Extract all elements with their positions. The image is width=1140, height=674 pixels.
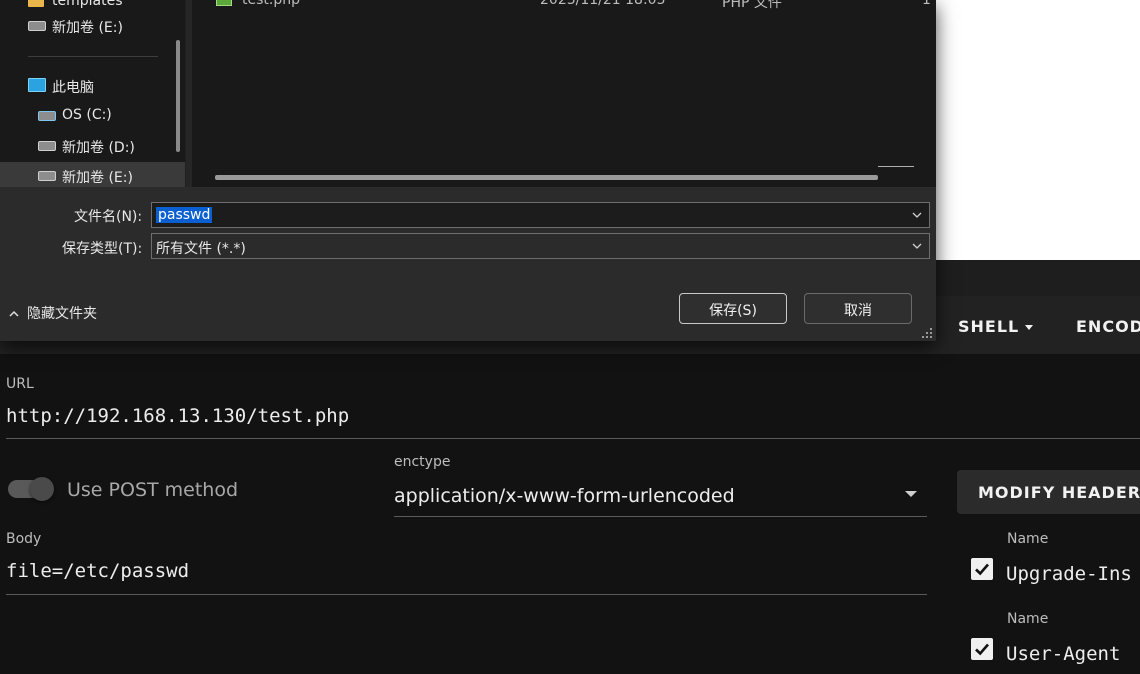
cancel-button[interactable]: 取消	[804, 293, 912, 324]
filename-input[interactable]: passwd	[151, 202, 930, 228]
nav-separator	[28, 56, 158, 57]
shell-menu-button[interactable]: SHELL	[958, 317, 1034, 336]
checkmark-icon	[975, 563, 989, 576]
drive-icon	[28, 21, 46, 31]
drive-icon	[38, 171, 56, 181]
file-type: PHP 文件	[722, 0, 782, 11]
encode-menu-label: ENCOD	[1076, 317, 1140, 336]
chevron-down-icon	[912, 243, 922, 249]
filetype-value: 所有文件 (*.*)	[156, 241, 246, 257]
background-gap	[936, 260, 1140, 296]
chevron-up-icon	[9, 310, 19, 317]
file-list-pane	[192, 0, 936, 187]
navigation-pane: templates 新加卷 (E:) 此电脑 OS (C:) 新加卷 (D:) …	[0, 0, 185, 190]
computer-icon	[28, 78, 46, 92]
filetype-select[interactable]: 所有文件 (*.*)	[151, 233, 930, 259]
enctype-label: enctype	[394, 454, 451, 470]
request-panel: URL http://192.168.13.130/test.php Use P…	[0, 354, 1140, 674]
url-underline	[6, 438, 1140, 439]
header-name-input[interactable]: Upgrade-Ins	[1006, 563, 1132, 585]
file-date: 2023/11/21 18:05	[540, 0, 666, 8]
body-input[interactable]: file=/etc/passwd	[6, 560, 189, 582]
shell-menu-label: SHELL	[958, 317, 1020, 336]
toggle-knob	[30, 477, 54, 501]
header-name-label: Name	[1007, 531, 1049, 547]
file-name: test.php	[242, 0, 300, 8]
hide-folders-toggle[interactable]: 隐藏文件夹	[8, 303, 97, 323]
file-size: 1	[922, 0, 931, 8]
checkmark-icon	[975, 643, 989, 656]
horizontal-scrollbar[interactable]	[215, 175, 878, 180]
enctype-select[interactable]: application/x-www-form-urlencoded	[394, 485, 735, 507]
folder-icon	[28, 0, 44, 7]
body-label: Body	[6, 531, 42, 547]
enctype-underline	[394, 516, 927, 517]
hide-folders-label: 隐藏文件夹	[27, 306, 97, 322]
caret-down-icon	[1025, 325, 1034, 330]
save-button[interactable]: 保存(S)	[679, 293, 787, 324]
filetype-label: 保存类型(T):	[62, 241, 143, 257]
header-name-input[interactable]: User-Agent	[1006, 643, 1120, 665]
nav-item-drive-e-selected[interactable]: 新加卷 (E:)	[0, 162, 185, 190]
resize-grip-icon[interactable]	[921, 327, 933, 339]
post-method-label: Use POST method	[67, 479, 239, 501]
url-label: URL	[6, 376, 34, 392]
nav-scrollbar[interactable]	[176, 40, 180, 152]
dropdown-arrow-icon[interactable]	[905, 491, 917, 497]
header-name-label: Name	[1007, 611, 1049, 627]
drive-icon	[38, 141, 56, 151]
chevron-down-icon[interactable]	[911, 209, 923, 221]
header-checkbox[interactable]	[971, 638, 993, 660]
url-input[interactable]: http://192.168.13.130/test.php	[6, 405, 349, 427]
scroll-mark	[878, 166, 914, 167]
php-file-icon	[216, 0, 232, 6]
background-page	[936, 0, 1140, 260]
body-underline	[6, 594, 927, 595]
filename-label: 文件名(N):	[74, 209, 143, 225]
modify-header-button[interactable]: MODIFY HEADER	[957, 470, 1140, 514]
save-file-dialog: templates 新加卷 (E:) 此电脑 OS (C:) 新加卷 (D:) …	[0, 0, 936, 341]
os-drive-icon	[38, 111, 56, 121]
encode-menu-button[interactable]: ENCOD	[1076, 317, 1140, 336]
header-checkbox[interactable]	[971, 558, 993, 580]
filename-value: passwd	[156, 207, 213, 223]
post-method-toggle[interactable]	[8, 477, 55, 501]
dialog-form: 文件名(N): passwd 保存类型(T): 所有文件 (*.*) 隐藏文件夹…	[0, 187, 936, 341]
